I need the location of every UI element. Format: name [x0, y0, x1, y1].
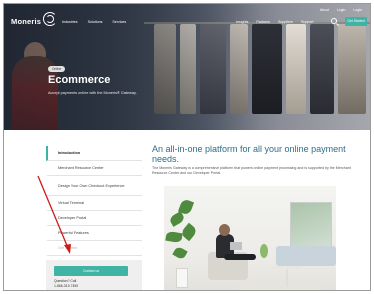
- browser-frame: About Login Login Moneris Industries Sol…: [3, 3, 371, 291]
- annotation-arrow-icon: [37, 175, 71, 254]
